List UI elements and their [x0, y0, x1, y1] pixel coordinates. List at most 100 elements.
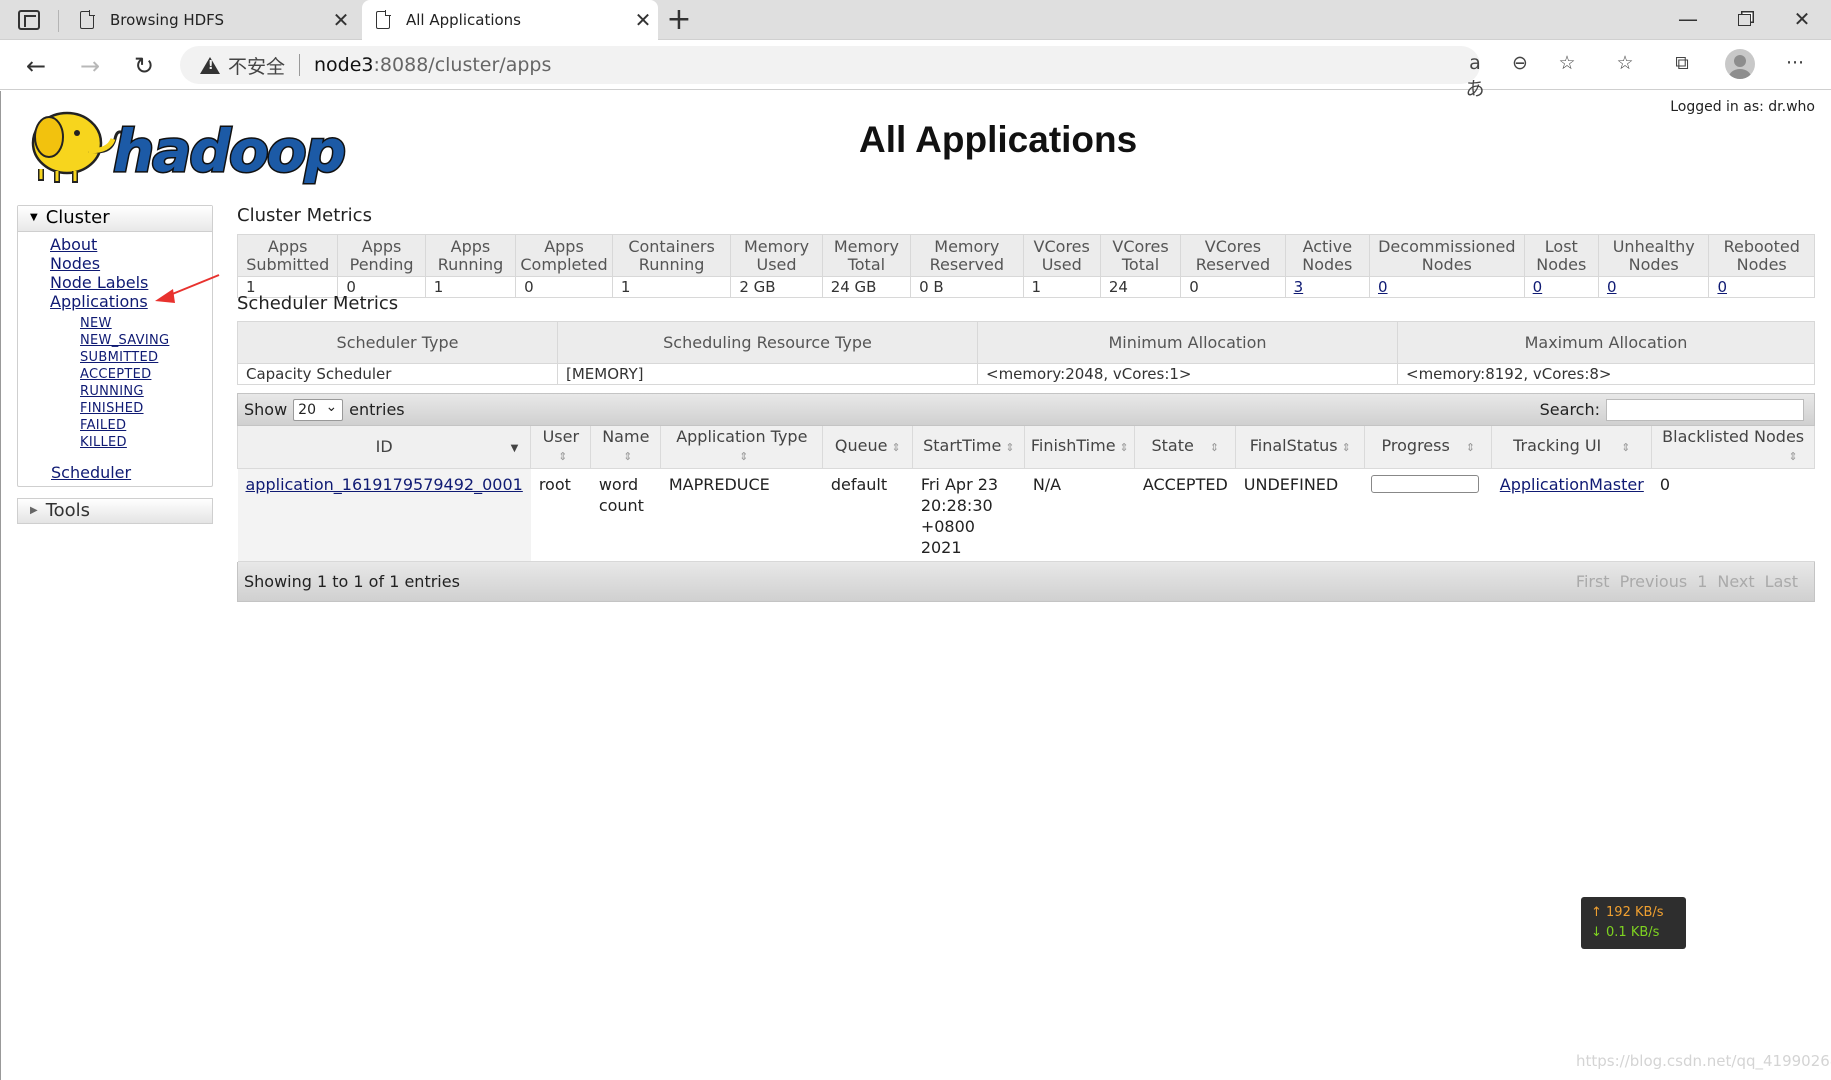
column-label: ID	[375, 436, 393, 456]
sort-icon: ⇕	[1005, 440, 1015, 454]
close-icon[interactable]: ✕	[326, 8, 356, 32]
sidebar-cluster-header[interactable]: ▼ Cluster	[18, 206, 212, 232]
column-label: User	[542, 426, 580, 446]
download-speed: ↓ 0.1 KB/s	[1591, 925, 1660, 940]
header-line: Apps	[361, 236, 402, 256]
cluster-metric-link[interactable]: 0	[1607, 278, 1617, 296]
column-header-user[interactable]: User ⇕	[530, 426, 592, 469]
warning-icon[interactable]	[200, 56, 220, 74]
column-header-tracking-ui[interactable]: Tracking UI ⇕	[1491, 426, 1653, 469]
cluster-metric-value: 1	[611, 276, 732, 298]
back-button[interactable]: ←	[18, 48, 54, 84]
window-close-button[interactable]: ✕	[1782, 4, 1822, 34]
new-tab-button[interactable]: +	[664, 4, 694, 36]
pager-next[interactable]: Next	[1717, 572, 1754, 591]
url-host: node3	[314, 54, 374, 76]
favorites-icon[interactable]: ☆	[1610, 52, 1640, 74]
state-link-running[interactable]: RUNNING	[80, 383, 212, 400]
cluster-metric-header: Apps Completed	[515, 234, 613, 277]
state-link-killed[interactable]: KILLED	[80, 434, 212, 451]
forward-button[interactable]: →	[72, 48, 108, 84]
tab-separator	[58, 10, 59, 32]
restore-icon	[1737, 14, 1751, 26]
reload-button[interactable]: ↻	[126, 48, 162, 84]
header-line: Reserved	[929, 254, 1005, 274]
header-line: Memory	[743, 236, 810, 256]
max-allocation-value: <memory:8192, vCores:8>	[1397, 363, 1815, 385]
tab-browsing-hdfs[interactable]: Browsing HDFS ✕	[66, 0, 356, 40]
restore-button[interactable]	[1724, 4, 1764, 34]
header-line: Lost	[1544, 236, 1578, 256]
search-input[interactable]	[1606, 398, 1804, 421]
header-line: Decommissioned	[1378, 236, 1516, 256]
queue-cell: default	[822, 468, 913, 562]
sidebar-tools-header[interactable]: ▶ Tools	[17, 498, 213, 524]
applications-footer: Showing 1 to 1 of 1 entries First Previo…	[237, 561, 1815, 602]
insecure-label[interactable]: 不安全	[228, 52, 285, 79]
more-menu-icon[interactable]: ···	[1780, 52, 1810, 74]
sidebar-link-nodes[interactable]: Nodes	[50, 254, 212, 273]
resource-type-header: Scheduling Resource Type	[557, 321, 978, 364]
state-link-submitted[interactable]: SUBMITTED	[80, 349, 212, 366]
close-icon[interactable]: ✕	[628, 8, 658, 32]
state-link-accepted[interactable]: ACCEPTED	[80, 366, 212, 383]
sort-icon: ⇕	[1119, 440, 1129, 454]
cluster-metric-link[interactable]: 0	[1378, 278, 1388, 296]
header-line: Memory	[833, 236, 899, 256]
cluster-metric-link[interactable]: 0	[1533, 278, 1543, 296]
cluster-metric-header: Apps Running	[424, 234, 517, 277]
column-label: FinalStatus	[1249, 435, 1338, 455]
pager-page-1[interactable]: 1	[1697, 572, 1707, 591]
column-header-name[interactable]: Name ⇕	[590, 426, 662, 469]
pager-first[interactable]: First	[1576, 572, 1610, 591]
pager-last[interactable]: Last	[1765, 572, 1798, 591]
tab-title: All Applications	[406, 11, 521, 29]
state-link-new-saving[interactable]: NEW_SAVING	[80, 332, 212, 349]
app-id-link[interactable]: application_1619179579492_0001	[246, 475, 523, 494]
column-header-queue[interactable]: Queue ⇕	[822, 426, 914, 469]
minimize-button[interactable]: —	[1668, 4, 1708, 34]
column-header-finishtime[interactable]: FinishTime ⇕	[1024, 426, 1136, 469]
add-favorite-icon[interactable]: ☆	[1552, 52, 1582, 74]
header-line: Completed	[520, 254, 608, 274]
column-header-id[interactable]: ID ▼	[236, 426, 532, 469]
zoom-out-icon[interactable]: ⊖	[1505, 52, 1535, 74]
sort-icon: ⇕	[1341, 440, 1351, 454]
tracking-ui-link[interactable]: ApplicationMaster	[1500, 475, 1644, 494]
header-line: Reserved	[1195, 254, 1271, 274]
column-header-progress[interactable]: Progress ⇕	[1364, 426, 1493, 469]
profile-avatar[interactable]	[1725, 49, 1755, 79]
page-size-select[interactable]: 20	[293, 397, 344, 421]
sort-icon: ⇕	[1788, 449, 1798, 463]
scheduler-type-value: Capacity Scheduler	[237, 363, 558, 385]
cluster-metric-header: Active Nodes	[1284, 234, 1371, 277]
pager-previous[interactable]: Previous	[1620, 572, 1688, 591]
url-path: :8088/cluster/apps	[373, 54, 552, 76]
cluster-metric-link[interactable]: 3	[1294, 278, 1304, 296]
sidebar-link-scheduler[interactable]: Scheduler	[51, 463, 131, 482]
column-header-state[interactable]: State ⇕	[1134, 426, 1237, 469]
column-header-application-type[interactable]: Application Type ⇕	[660, 426, 824, 469]
cluster-metrics-table: Apps Submitted Apps Pending Apps Running Apps C…	[236, 234, 1815, 298]
cluster-metric-link[interactable]: 0	[1717, 278, 1727, 296]
column-label: Queue	[834, 435, 888, 455]
cluster-metric-value: 0	[1597, 276, 1710, 298]
column-header-blacklisted-nodes[interactable]: Blacklisted Nodes ⇕	[1651, 426, 1815, 469]
cluster-metric-header: Memory Used	[730, 234, 823, 277]
collections-icon[interactable]: ⧉	[1667, 52, 1697, 74]
tab-actions-icon[interactable]	[18, 10, 40, 30]
sort-icon: ⇕	[623, 449, 633, 463]
sidebar-link-about[interactable]: About	[50, 235, 212, 254]
url-divider	[299, 54, 301, 76]
tab-all-applications[interactable]: All Applications ✕	[362, 0, 658, 40]
state-link-failed[interactable]: FAILED	[80, 417, 212, 434]
url-field[interactable]: 不安全 node3:8088/cluster/apps	[180, 46, 1480, 84]
state-link-new[interactable]: NEW	[80, 315, 212, 332]
collapse-triangle-icon: ▼	[30, 212, 38, 223]
column-header-finalstatus[interactable]: FinalStatus ⇕	[1235, 426, 1366, 469]
header-line: Pending	[349, 254, 414, 274]
column-header-starttime[interactable]: StartTime ⇕	[912, 426, 1026, 469]
finalstatus-cell: UNDEFINED	[1235, 468, 1365, 562]
state-link-finished[interactable]: FINISHED	[80, 400, 212, 417]
sort-icon: ⇕	[739, 449, 749, 463]
